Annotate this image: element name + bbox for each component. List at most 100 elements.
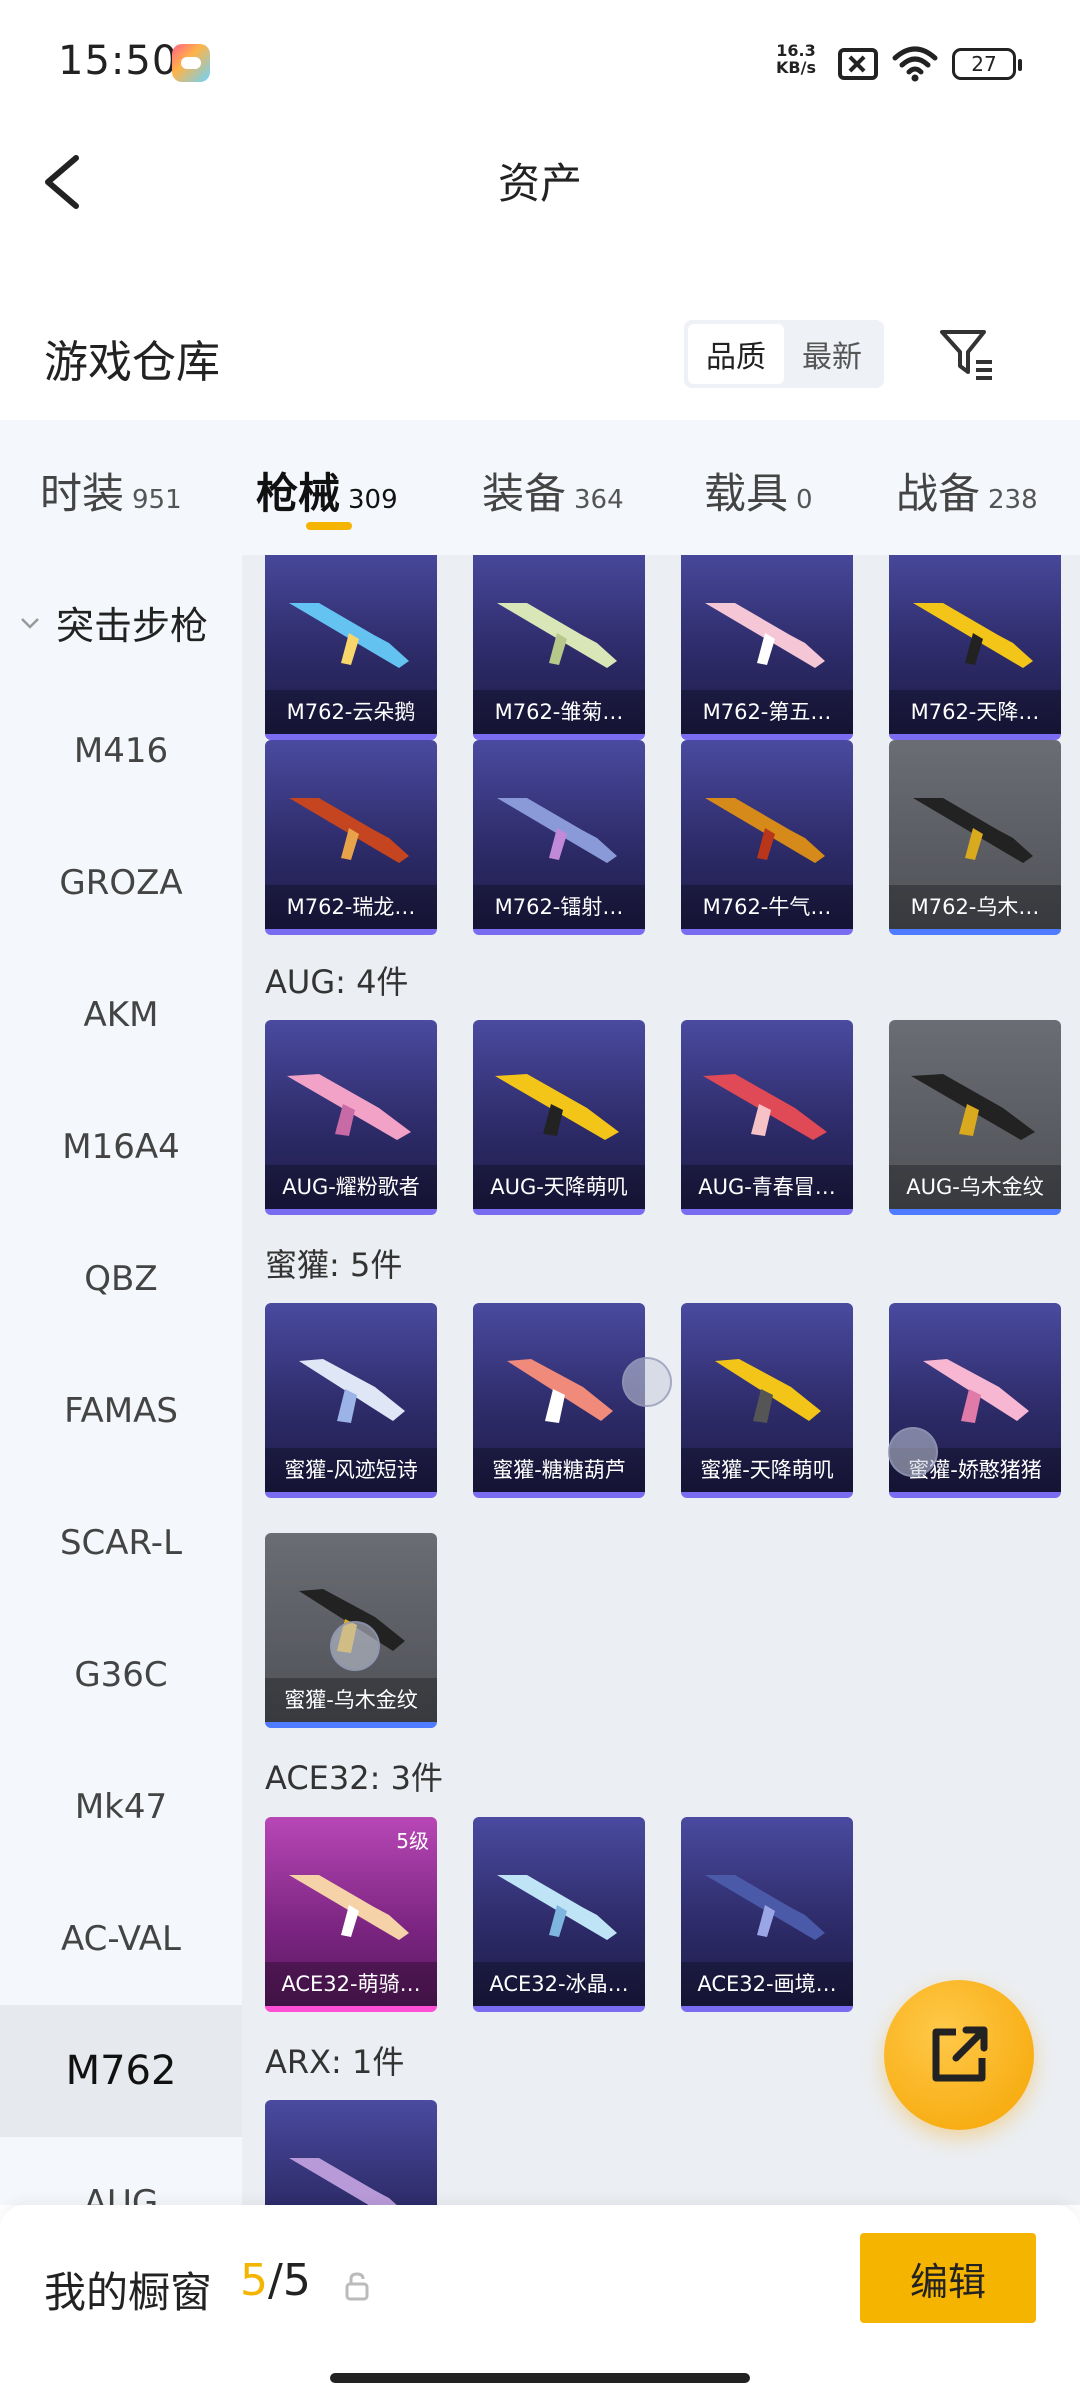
skin-name: ACE32-冰晶…	[473, 1962, 645, 2006]
sidebar-item-m16a4[interactable]: M16A4	[0, 1081, 242, 1213]
section-title-aug: AUG: 4件	[265, 963, 409, 1001]
sort-option-quality[interactable]: 品质	[688, 324, 784, 384]
tab-count: 951	[132, 485, 182, 515]
showcase-count: 5/5	[240, 2255, 311, 2306]
skin-card[interactable]: M762-镭射…	[473, 740, 645, 935]
skin-name: M762-镭射…	[473, 885, 645, 929]
skin-card[interactable]: ACE32-冰晶…	[473, 1817, 645, 2012]
skin-name: M762-云朵鹅	[265, 690, 437, 734]
home-indicator[interactable]	[330, 2373, 750, 2383]
skin-card[interactable]: M762-乌木…	[889, 740, 1061, 935]
item-grid: M762-云朵鹅 M762-雏菊… M762-第五… M762-天降… M762…	[242, 555, 1080, 2205]
rifle-skin-icon	[495, 1074, 619, 1140]
skin-card[interactable]: M762-牛气…	[681, 740, 853, 935]
skin-card[interactable]: M762-云朵鹅	[265, 555, 437, 740]
sidebar-item-qbz[interactable]: QBZ	[0, 1213, 242, 1345]
status-time: 15:50	[58, 38, 179, 84]
rifle-skin-icon	[289, 798, 409, 863]
skin-card[interactable]: 蜜獾-天降萌叽	[681, 1303, 853, 1498]
skin-name: M762-天降…	[889, 690, 1061, 734]
edit-button[interactable]: 编辑	[860, 2233, 1036, 2323]
skin-name: 蜜獾-天降萌叽	[681, 1448, 853, 1492]
sidebar-item-akm[interactable]: AKM	[0, 949, 242, 1081]
network-speed: 16.3 KB/s	[776, 42, 816, 76]
rifle-skin-icon	[705, 1875, 825, 1940]
sort-option-newest[interactable]: 最新	[784, 324, 880, 384]
rifle-skin-icon	[289, 603, 409, 668]
skin-name: AUG-耀粉歌者	[265, 1165, 437, 1209]
share-button[interactable]	[884, 1980, 1034, 2130]
category-tabs: 时装 951 枪械 309 装备 364 载具 0 战备 238	[0, 420, 1080, 555]
showcase-total: /5	[268, 2255, 311, 2306]
sim-off-icon	[838, 48, 878, 80]
skin-name: ACE32-画境…	[681, 1962, 853, 2006]
active-tab-indicator	[306, 522, 352, 530]
skin-card[interactable]	[265, 2100, 437, 2205]
rifle-skin-icon	[497, 1875, 617, 1940]
tab-vehicles[interactable]: 载具 0	[704, 460, 813, 521]
rifle-skin-icon	[289, 1875, 409, 1940]
skin-card[interactable]: 蜜獾-风迹短诗	[265, 1303, 437, 1498]
wifi-icon	[892, 46, 938, 82]
section-title-honey-badger: 蜜獾: 5件	[265, 1246, 403, 1284]
game-app-icon	[172, 44, 210, 82]
skin-card[interactable]: AUG-天降萌叽	[473, 1020, 645, 1215]
sidebar-item-aug[interactable]: AUG	[0, 2137, 242, 2205]
skin-name: 蜜獾-乌木金纹	[265, 1678, 437, 1722]
smg-skin-icon	[715, 1359, 821, 1423]
section-title-ace32: ACE32: 3件	[265, 1759, 443, 1797]
skin-card[interactable]: M762-第五…	[681, 555, 853, 740]
skin-name: M762-牛气…	[681, 885, 853, 929]
skin-card[interactable]: ACE32-画境…	[681, 1817, 853, 2012]
sidebar-group-assault-rifles[interactable]: 突击步枪	[18, 595, 208, 650]
warehouse-title: 游戏仓库	[44, 337, 220, 388]
sidebar-item-m416[interactable]: M416	[0, 685, 242, 817]
tab-firearms[interactable]: 枪械 309	[256, 460, 398, 521]
tab-supplies[interactable]: 战备 238	[896, 460, 1038, 521]
skin-card[interactable]: 蜜獾-糖糖葫芦	[473, 1303, 645, 1498]
rifle-skin-icon	[705, 798, 825, 863]
skin-card[interactable]: 5级 ACE32-萌骑…	[265, 1817, 437, 2012]
weapon-sidebar: 突击步枪 M416 GROZA AKM M16A4 QBZ FAMAS SCAR…	[0, 555, 242, 2205]
skin-name: M762-第五…	[681, 690, 853, 734]
tab-count: 309	[348, 485, 398, 515]
sidebar-item-groza[interactable]: GROZA	[0, 817, 242, 949]
rifle-skin-icon	[913, 798, 1033, 863]
touch-indicator	[330, 1621, 380, 1671]
sidebar-item-ac-val[interactable]: AC-VAL	[0, 1873, 242, 2005]
network-speed-value: 16.3	[776, 41, 816, 60]
rifle-skin-icon	[497, 603, 617, 668]
rifle-skin-icon	[289, 2158, 397, 2205]
tab-name: 装备	[482, 469, 567, 518]
chevron-down-icon	[21, 617, 39, 629]
skin-card[interactable]: AUG-耀粉歌者	[265, 1020, 437, 1215]
share-icon	[932, 2026, 988, 2082]
sidebar-item-scar-l[interactable]: SCAR-L	[0, 1477, 242, 1609]
sidebar-item-famas[interactable]: FAMAS	[0, 1345, 242, 1477]
rifle-skin-icon	[287, 1074, 411, 1140]
skin-card[interactable]: M762-瑞龙…	[265, 740, 437, 935]
skin-card[interactable]: AUG-乌木金纹	[889, 1020, 1061, 1215]
skin-card[interactable]: M762-天降…	[889, 555, 1061, 740]
sidebar-item-mk47[interactable]: Mk47	[0, 1741, 242, 1873]
showcase-bar: 我的橱窗 5/5 编辑	[0, 2205, 1080, 2400]
skin-card[interactable]: AUG-青春冒…	[681, 1020, 853, 1215]
sidebar-item-g36c[interactable]: G36C	[0, 1609, 242, 1741]
showcase-current: 5	[240, 2255, 268, 2306]
tab-name: 战备	[896, 469, 981, 518]
skin-name: 蜜獾-糖糖葫芦	[473, 1448, 645, 1492]
rifle-skin-icon	[705, 603, 825, 668]
skin-name: M762-瑞龙…	[265, 885, 437, 929]
tab-name: 载具	[704, 469, 789, 518]
tab-equipment[interactable]: 装备 364	[482, 460, 624, 521]
rifle-skin-icon	[703, 1074, 827, 1140]
sidebar-item-m762[interactable]: M762	[0, 2005, 242, 2137]
skin-card[interactable]: M762-雏菊…	[473, 555, 645, 740]
page-title: 资产	[497, 159, 582, 208]
smg-skin-icon	[507, 1359, 613, 1423]
touch-indicator	[888, 1427, 938, 1477]
skin-name: 蜜獾-风迹短诗	[265, 1448, 437, 1492]
tab-fashion[interactable]: 时装 951	[40, 460, 182, 521]
filter-icon[interactable]	[936, 324, 996, 384]
touch-indicator	[622, 1357, 672, 1407]
